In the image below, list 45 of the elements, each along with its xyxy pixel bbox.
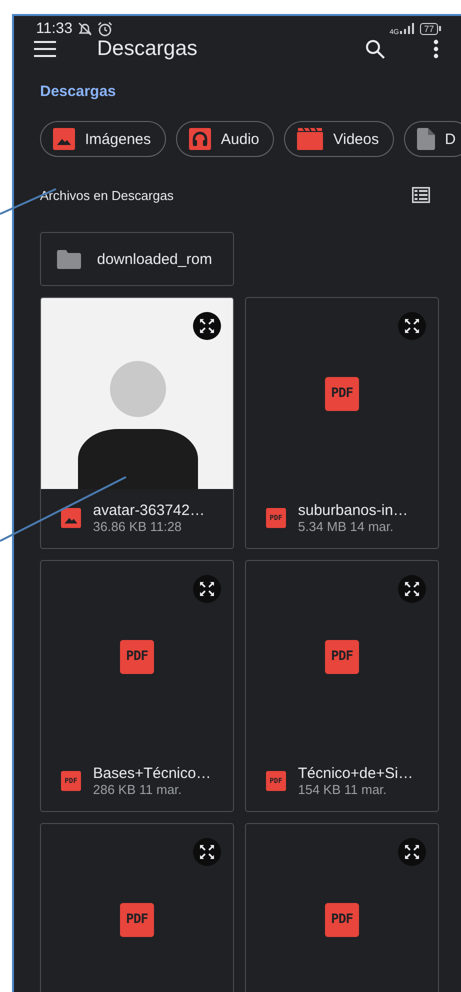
file-details: 36.86 KB 11:28 [93, 519, 183, 534]
muted-bell-icon [77, 20, 94, 36]
search-icon[interactable] [365, 39, 385, 59]
folder-icon [57, 250, 81, 268]
expand-icon[interactable] [193, 575, 221, 603]
image-icon [53, 128, 75, 150]
image-icon [61, 508, 81, 528]
expand-icon[interactable] [193, 838, 221, 866]
pdf-file-icon: PDF [120, 640, 154, 674]
file-name: suburbanos-in… [298, 502, 408, 519]
clapperboard-icon [297, 128, 324, 150]
expand-icon[interactable] [398, 838, 426, 866]
filter-chip[interactable]: Imágenes [40, 121, 166, 157]
file-details: 5.34 MB 14 mar. [298, 519, 394, 534]
list-view-icon[interactable] [412, 187, 430, 203]
file-card[interactable]: PDF [245, 823, 439, 992]
clock-time: 11:33 [36, 20, 72, 37]
battery-level: 77 [420, 22, 438, 34]
breadcrumb-link[interactable]: Descargas [40, 83, 438, 103]
pdf-file-icon: PDF [325, 376, 359, 410]
expand-icon[interactable] [193, 312, 221, 340]
file-details: 286 KB 11 mar. [93, 782, 183, 797]
section-title: Archivos en Descargas [40, 188, 174, 202]
file-card[interactable]: avatar-363742… 36.86 KB 11:28 [40, 297, 234, 549]
file-name: Técnico+de+Si… [298, 765, 414, 782]
pdf-file-icon: PDF [325, 902, 359, 936]
filter-chip[interactable]: D [404, 121, 461, 157]
more-options-icon[interactable] [433, 39, 439, 59]
document-icon [416, 128, 435, 150]
pdf-file-icon: PDF [325, 640, 359, 674]
app-title: Descargas [97, 37, 198, 61]
file-card[interactable]: PDF [40, 823, 234, 992]
expand-icon[interactable] [398, 575, 426, 603]
filter-chip[interactable]: Videos [284, 121, 394, 157]
expand-icon[interactable] [398, 312, 426, 340]
signal-icon [400, 23, 414, 34]
file-name: Bases+Técnico… [93, 765, 211, 782]
filter-chip[interactable]: Audio [176, 121, 274, 157]
folder-card[interactable]: downloaded_rom [40, 232, 234, 286]
file-details: 154 KB 11 mar. [298, 782, 388, 797]
pdf-file-icon: PDF [120, 902, 154, 936]
file-name: avatar-363742… [93, 502, 205, 519]
alarm-icon [97, 20, 114, 36]
menu-icon[interactable] [34, 41, 56, 57]
headphones-icon [188, 128, 211, 150]
